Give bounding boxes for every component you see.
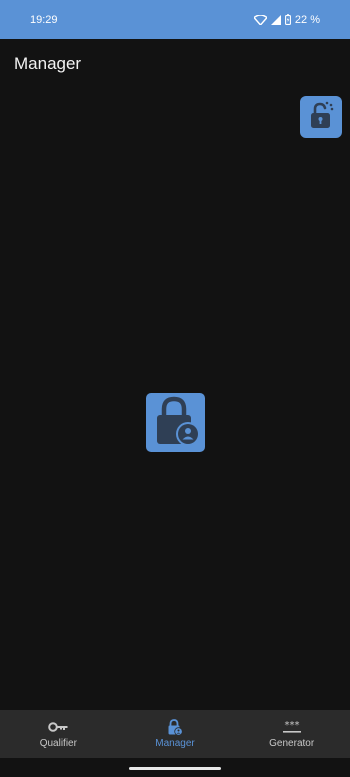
nav-label-manager: Manager [155, 738, 195, 749]
app-header: Manager [0, 39, 350, 89]
nav-item-manager[interactable]: Manager [117, 710, 234, 758]
battery-percent: 22 % [294, 13, 320, 26]
unlock-icon [307, 100, 335, 135]
key-icon [48, 719, 68, 735]
page-title: Manager [14, 54, 82, 73]
status-time: 19:29 [30, 13, 58, 26]
home-indicator[interactable] [129, 767, 221, 770]
battery-charging-icon [284, 14, 291, 25]
signal-icon [270, 14, 281, 25]
status-icons: 22 % [253, 13, 320, 26]
unlock-button[interactable] [300, 96, 342, 138]
nav-label-qualifier: Qualifier [39, 738, 77, 749]
lock-user-icon [151, 394, 201, 451]
lock-user-illustration [146, 393, 205, 452]
nav-item-qualifier[interactable]: Qualifier [0, 710, 117, 758]
wifi-icon [253, 14, 267, 25]
nav-label-generator: Generator [269, 738, 315, 749]
password-icon: *** [282, 719, 302, 735]
bottom-navigation: Qualifier Manager *** Generator [0, 710, 350, 758]
nav-item-generator[interactable]: *** Generator [233, 710, 350, 758]
lock-account-icon [167, 718, 183, 736]
status-bar: 19:29 22 % [0, 0, 350, 39]
svg-text:***: *** [284, 720, 299, 731]
